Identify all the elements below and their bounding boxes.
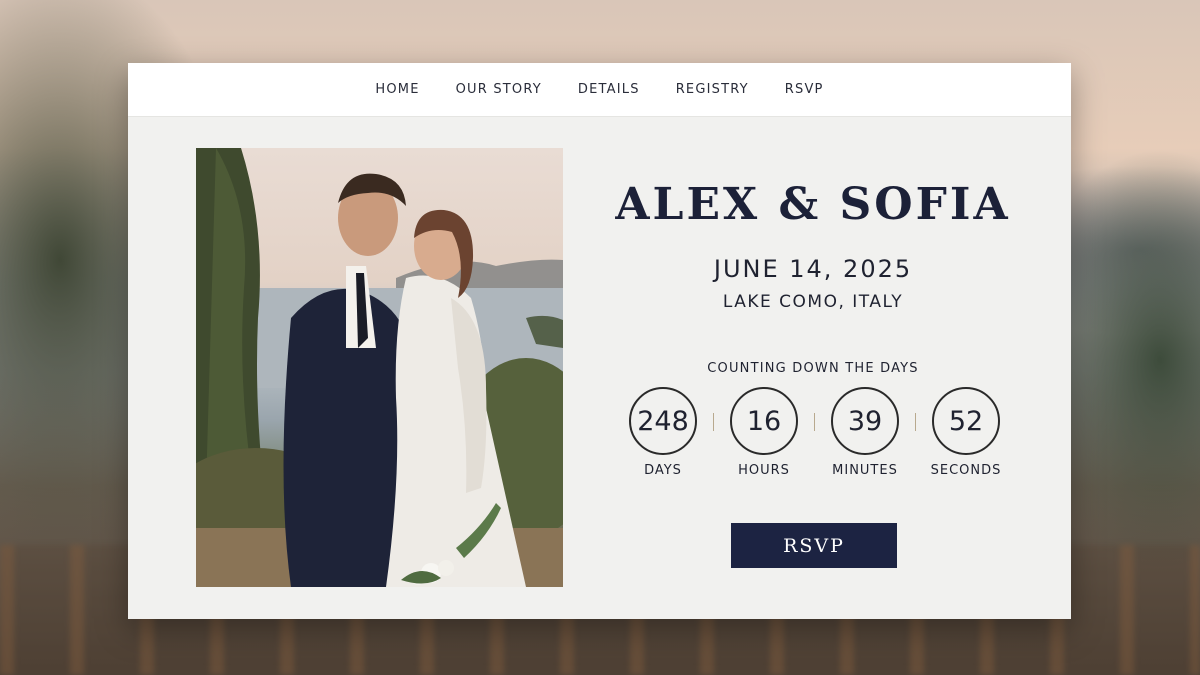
- rsvp-button[interactable]: RSVP: [731, 523, 897, 568]
- countdown-seconds: 52 SECONDS: [921, 387, 1011, 478]
- countdown-timer: 248 DAYS 16 HOURS 39 MINUTES 52 SECONDS: [608, 387, 1018, 487]
- minutes-value: 39: [831, 387, 899, 455]
- countdown-days: 248 DAYS: [618, 387, 708, 478]
- couple-photo-illustration: [196, 148, 563, 587]
- nav-our-story[interactable]: OUR STORY: [456, 82, 542, 97]
- countdown-hours: 16 HOURS: [719, 387, 809, 478]
- seconds-value: 52: [932, 387, 1000, 455]
- countdown-minutes: 39 MINUTES: [820, 387, 910, 478]
- hours-label: HOURS: [738, 463, 790, 478]
- countdown-separator: [915, 413, 916, 431]
- days-label: DAYS: [644, 463, 682, 478]
- couple-names-heading: ALEX & SOFIA: [615, 179, 1011, 230]
- countdown-separator: [713, 413, 714, 431]
- wedding-location: LAKE COMO, ITALY: [722, 292, 904, 312]
- couple-photo: [196, 148, 563, 587]
- countdown-title: COUNTING DOWN THE DAYS: [707, 361, 919, 376]
- minutes-label: MINUTES: [832, 463, 898, 478]
- wedding-date: JUNE 14, 2025: [713, 255, 913, 283]
- event-info: ALEX & SOFIA JUNE 14, 2025 LAKE COMO, IT…: [608, 63, 1018, 619]
- website-card: HOME OUR STORY DETAILS REGISTRY RSVP ALE…: [128, 63, 1071, 619]
- countdown-separator: [814, 413, 815, 431]
- days-value: 248: [629, 387, 697, 455]
- hours-value: 16: [730, 387, 798, 455]
- nav-home[interactable]: HOME: [375, 82, 419, 97]
- seconds-label: SECONDS: [930, 463, 1002, 478]
